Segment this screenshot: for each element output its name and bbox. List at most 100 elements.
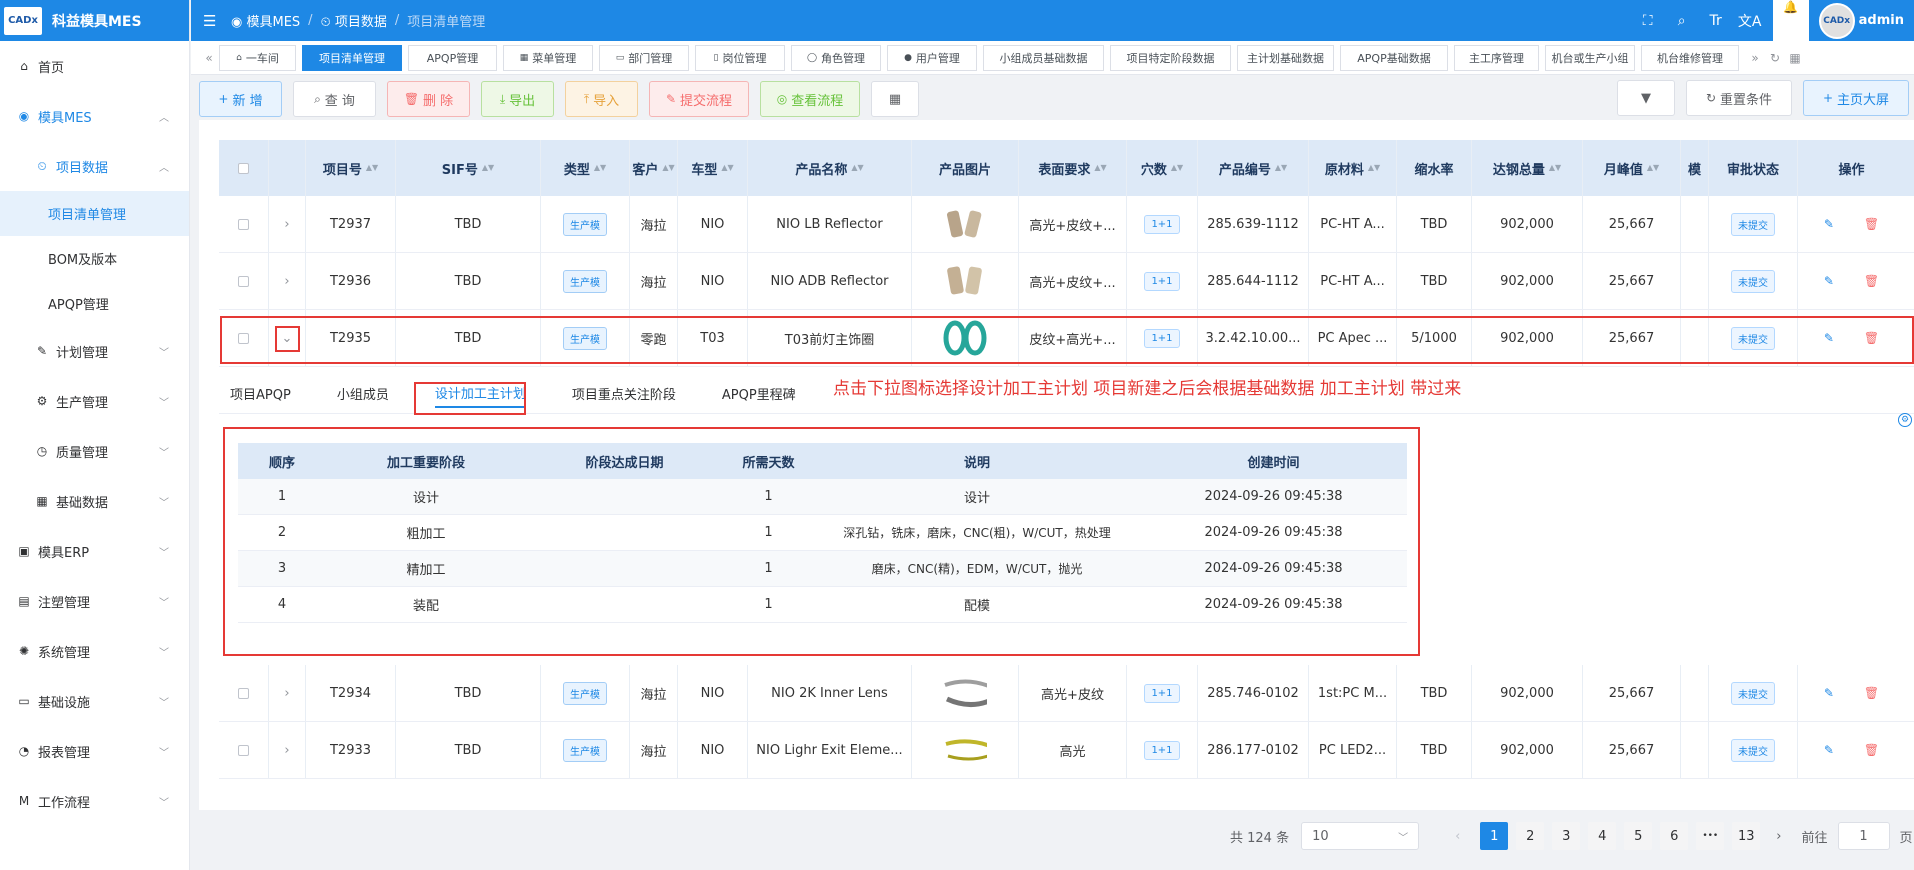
edit-icon[interactable]: ✎ (1824, 274, 1834, 288)
sidebar-item-injection[interactable]: ▤ 注塑管理 ﹀ (0, 576, 189, 626)
avatar[interactable]: CADx (1818, 2, 1855, 39)
sidebar-item-infra[interactable]: ▭ 基础设施 ﹀ (0, 676, 189, 726)
tab-apqp[interactable]: APQP管理 (408, 44, 497, 71)
sidebar-item-mes[interactable]: ◉ 模具MES ︿ (0, 91, 189, 141)
header-product-code[interactable]: 产品编号 ▲▼ (1198, 140, 1309, 196)
sidebar-item-apqp[interactable]: APQP管理 (0, 281, 189, 326)
subtab-key-stages[interactable]: 项目重点关注阶段 (572, 380, 676, 408)
header-customer[interactable]: 客户 ▲▼ (630, 140, 678, 196)
breadcrumb-item[interactable]: ◉ 模具MES (231, 11, 300, 30)
page-button[interactable]: 6 (1660, 822, 1689, 850)
breadcrumb-item[interactable]: ⏲ 项目数据 (321, 11, 387, 30)
import-button[interactable]: ⤒ 导入 (565, 81, 638, 117)
tab-workshop[interactable]: ⌂ 一车间 (219, 44, 296, 71)
edit-icon[interactable]: ✎ (1824, 743, 1834, 757)
sidebar-item-project-list[interactable]: 项目清单管理 (0, 191, 189, 236)
tab-main-process[interactable]: 主工序管理 (1454, 44, 1539, 71)
header-sif[interactable]: SIF号 ▲▼ (396, 140, 541, 196)
menu-toggle-icon[interactable]: ☰ (203, 12, 221, 30)
sidebar-item-report[interactable]: ◔ 报表管理 ﹀ (0, 726, 189, 776)
plan-row[interactable]: 4 装配 1 配模 2024-09-26 09:45:38 (238, 587, 1407, 623)
page-ellipsis[interactable]: ••• (1696, 822, 1725, 850)
header-material[interactable]: 原材料 ▲▼ (1309, 140, 1397, 196)
tab-stage-data[interactable]: 项目特定阶段数据 (1110, 44, 1231, 71)
cell-product-image[interactable] (912, 722, 1019, 778)
goto-page-input[interactable]: 1 (1837, 822, 1890, 850)
tabs-scroll-left-icon[interactable]: « (199, 51, 219, 65)
sidebar-item-home[interactable]: ⌂ 首页 (0, 41, 189, 91)
query-button[interactable]: ⌕ 查 询 (293, 81, 376, 117)
page-button[interactable]: 5 (1624, 822, 1653, 850)
sidebar-item-production[interactable]: ⚙ 生产管理 ﹀ (0, 376, 189, 426)
page-button[interactable]: 13 (1732, 822, 1761, 850)
cell-product-image[interactable] (912, 196, 1019, 252)
table-row[interactable]: › T2937 TBD 生产模 海拉 NIO NIO LB Reflector … (219, 196, 1914, 253)
header-model[interactable]: 车型 ▲▼ (678, 140, 748, 196)
delete-button[interactable]: 🗑 删 除 (387, 81, 470, 117)
sidebar-item-quality[interactable]: ◷ 质量管理 ﹀ (0, 426, 189, 476)
select-all-checkbox[interactable] (219, 140, 269, 196)
next-page-icon[interactable]: › (1776, 829, 1781, 844)
dropdown-button[interactable]: ▼ (1617, 80, 1675, 116)
edit-icon[interactable]: ✎ (1824, 217, 1834, 231)
edit-icon[interactable]: ✎ (1824, 686, 1834, 700)
tab-dept[interactable]: ▭ 部门管理 (599, 44, 689, 71)
expand-icon[interactable]: › (269, 196, 306, 252)
app-logo[interactable]: CADx 科益模具MES (0, 0, 189, 41)
tab-role[interactable]: ◯ 角色管理 (791, 44, 881, 71)
subtab-apqp-milestone[interactable]: APQP里程碑 (722, 380, 796, 408)
bell-icon[interactable]: 🔔 (1772, 0, 1809, 41)
page-button[interactable]: 2 (1516, 822, 1545, 850)
reset-button[interactable]: ↻ 重置条件 (1686, 80, 1792, 116)
plan-row[interactable]: 2 粗加工 1 深孔钻，铣床，磨床，CNC(粗)，W/CUT，热处理 2024-… (238, 515, 1407, 551)
search-icon[interactable]: ⌕ (1665, 13, 1699, 29)
subtab-apqp[interactable]: 项目APQP (230, 380, 291, 408)
tab-machine-group[interactable]: 机台或生产小组 (1545, 44, 1635, 71)
trash-icon[interactable]: 🗑 (1864, 274, 1879, 288)
sidebar-item-erp[interactable]: ▣ 模具ERP ﹀ (0, 526, 189, 576)
settings-float-icon[interactable]: ⚙ (1898, 413, 1912, 427)
header-peak[interactable]: 月峰值 ▲▼ (1583, 140, 1681, 196)
user-name[interactable]: admin (1859, 13, 1904, 28)
tabs-scroll-right-icon[interactable]: » (1745, 51, 1765, 65)
sidebar-item-project-data[interactable]: ⏲ 项目数据 ︿ (0, 141, 189, 191)
tab-project-list[interactable]: 项目清单管理 (302, 44, 402, 71)
trash-icon[interactable]: 🗑 (1864, 743, 1879, 757)
row-checkbox[interactable] (219, 722, 269, 778)
page-size-select[interactable]: 10 ﹀ (1301, 822, 1420, 850)
cell-product-image[interactable] (912, 253, 1019, 309)
row-checkbox[interactable] (219, 196, 269, 252)
tabs-menu-icon[interactable]: ▦ (1785, 51, 1805, 65)
big-screen-button[interactable]: + 主页大屏 (1803, 80, 1909, 116)
row-checkbox[interactable] (219, 253, 269, 309)
font-size-icon[interactable]: Tr (1699, 13, 1733, 29)
subtab-members[interactable]: 小组成员 (337, 380, 389, 408)
prev-page-icon[interactable]: ‹ (1455, 829, 1460, 844)
expand-icon[interactable]: › (269, 253, 306, 309)
table-row[interactable]: › T2934 TBD 生产模 海拉 NIO NIO 2K Inner Lens… (219, 665, 1914, 722)
sidebar-item-workflow[interactable]: M 工作流程 ﹀ (0, 776, 189, 826)
trash-icon[interactable]: 🗑 (1864, 686, 1879, 700)
sidebar-item-basic-data[interactable]: ▦ 基础数据 ﹀ (0, 476, 189, 526)
tab-user[interactable]: ● 用户管理 (887, 44, 977, 71)
header-total[interactable]: 达钢总量 ▲▼ (1472, 140, 1583, 196)
sidebar-item-system[interactable]: ✺ 系统管理 ﹀ (0, 626, 189, 676)
header-project[interactable]: 项目号 ▲▼ (306, 140, 396, 196)
page-button[interactable]: 3 (1552, 822, 1581, 850)
header-product-name[interactable]: 产品名称 ▲▼ (748, 140, 912, 196)
tab-machine-repair[interactable]: 机台维修管理 (1641, 44, 1739, 71)
tab-master-plan[interactable]: 主计划基础数据 (1237, 44, 1334, 71)
table-row[interactable]: › T2933 TBD 生产模 海拉 NIO NIO Lighr Exit El… (219, 722, 1914, 779)
header-type[interactable]: 类型 ▲▼ (541, 140, 630, 196)
cell-product-image[interactable] (912, 665, 1019, 721)
row-checkbox[interactable] (219, 665, 269, 721)
page-button[interactable]: 4 (1588, 822, 1617, 850)
page-button[interactable]: 1 (1480, 822, 1509, 850)
tab-apqp-basic[interactable]: APQP基础数据 (1340, 44, 1448, 71)
expand-icon[interactable]: › (269, 665, 306, 721)
columns-button[interactable]: ▦ (871, 81, 919, 117)
trash-icon[interactable]: 🗑 (1864, 217, 1879, 231)
tab-post[interactable]: ▯ 岗位管理 (695, 44, 785, 71)
tab-group-members[interactable]: 小组成员基础数据 (983, 44, 1104, 71)
add-button[interactable]: + 新 增 (199, 81, 282, 117)
